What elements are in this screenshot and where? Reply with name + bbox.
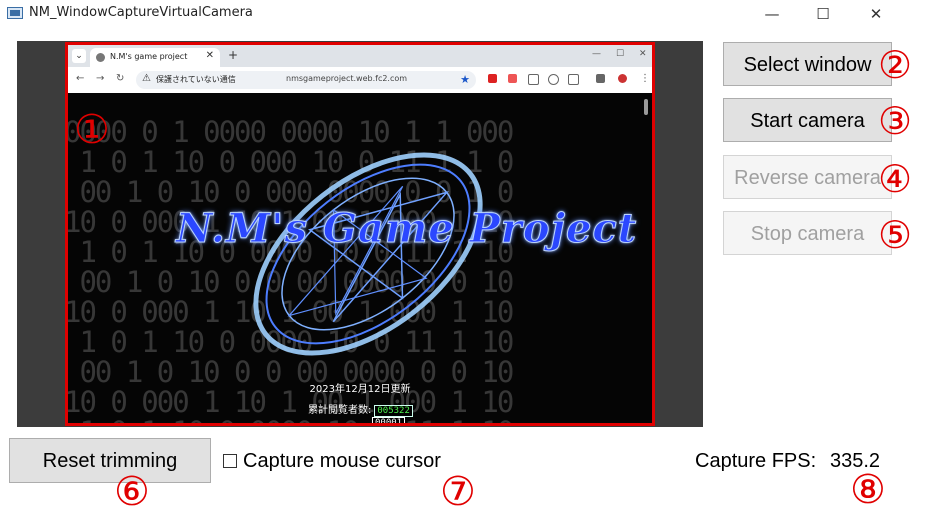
star-icon: ★ — [460, 73, 470, 86]
select-window-button[interactable]: Select window — [723, 42, 892, 86]
title-bar: NM_WindowCaptureVirtualCamera — ☐ ✕ — [0, 0, 940, 28]
browser-tab: N.M's game project ✕ — [90, 48, 220, 67]
counter-label: 累計閲覧者数: — [308, 405, 372, 416]
callout-6: ⑥ — [114, 469, 150, 515]
tab-favicon-icon — [96, 53, 105, 62]
stop-camera-button[interactable]: Stop camera — [723, 211, 892, 255]
omnibox: ⚠ 保護されていない通信 nmsgameproject.web.fc2.com … — [136, 71, 476, 89]
tab-search-icon: ⌄ — [72, 49, 86, 63]
maximize-button[interactable]: ☐ — [800, 2, 846, 26]
callout-3: ③ — [878, 99, 913, 143]
extension-icon — [548, 74, 559, 85]
counter-value: 005322 — [374, 405, 413, 417]
magic-circle-graphic — [253, 152, 483, 356]
security-warning: 保護されていない通信 — [156, 75, 236, 84]
callout-4: ④ — [878, 157, 913, 201]
trim-region[interactable]: ⌄ N.M's game project ✕ + — ☐ ✕ ← → ↻ ⚠ 保… — [65, 42, 655, 426]
tab-close-icon: ✕ — [205, 50, 214, 61]
game-logo: N.M's Game Project — [175, 205, 638, 253]
capture-mouse-cursor-label[interactable]: Capture mouse cursor — [243, 450, 441, 473]
capture-mouse-cursor-checkbox[interactable] — [223, 454, 237, 468]
browser-address-bar: ← → ↻ ⚠ 保護されていない通信 nmsgameproject.web.fc… — [68, 67, 652, 94]
callout-7: ⑦ — [440, 469, 476, 515]
new-tab-icon: + — [228, 48, 239, 62]
browser-maximize-icon: ☐ — [616, 49, 625, 59]
media-icon — [596, 74, 605, 83]
update-date: 2023年12月12日更新 — [309, 384, 411, 395]
browser-tab-strip: ⌄ N.M's game project ✕ + — ☐ ✕ — [68, 45, 652, 67]
reload-icon: ↻ — [116, 73, 125, 84]
extension-icon — [488, 74, 497, 83]
callout-2: ② — [878, 43, 913, 87]
start-camera-button[interactable]: Start camera — [723, 98, 892, 142]
extension-icon — [508, 74, 517, 83]
browser-close-icon: ✕ — [639, 49, 647, 59]
counter2-value: 00001 — [372, 417, 406, 423]
callout-1: ① — [74, 107, 110, 153]
fps-label: Capture FPS: — [695, 450, 817, 472]
visitor-counter: 累計閲覧者数: 005322 — [308, 401, 413, 417]
extension-icon — [528, 74, 539, 85]
app-icon — [7, 7, 23, 19]
callout-8: ⑧ — [850, 467, 886, 513]
profile-avatar — [618, 74, 627, 83]
url-text: nmsgameproject.web.fc2.com — [286, 74, 408, 83]
extensions-puzzle-icon — [568, 74, 579, 85]
page-scrollbar — [644, 99, 648, 115]
minimize-button[interactable]: — — [749, 2, 795, 26]
reverse-camera-button[interactable]: Reverse camera — [723, 155, 892, 199]
browser-minimize-icon: — — [592, 49, 601, 59]
back-icon: ← — [76, 73, 85, 84]
browser-tab-title: N.M's game project — [110, 52, 188, 61]
captured-page: 0000 0 1 0000 0000 10 1 1 000 1 0 1 10 0… — [68, 93, 652, 423]
close-button[interactable]: ✕ — [853, 2, 899, 26]
menu-icon: ⋮ — [640, 73, 650, 84]
forward-icon: → — [96, 73, 105, 84]
callout-5: ⑤ — [878, 213, 913, 257]
warning-icon: ⚠ — [142, 73, 151, 84]
reset-trimming-button[interactable]: Reset trimming — [9, 438, 211, 483]
window-title: NM_WindowCaptureVirtualCamera — [29, 5, 253, 20]
